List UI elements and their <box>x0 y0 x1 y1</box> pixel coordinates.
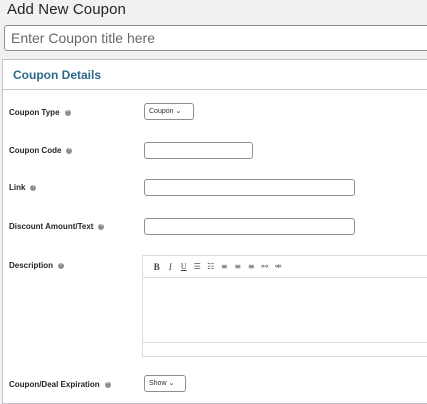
link-icon[interactable]: ⚯ <box>258 260 272 274</box>
italic-icon[interactable]: I <box>164 260 178 274</box>
help-icon[interactable] <box>66 146 73 154</box>
discount-label: Discount Amount/Text <box>9 222 105 231</box>
underline-icon[interactable]: U <box>177 260 191 274</box>
bullet-list-icon[interactable]: ☰ <box>191 260 205 274</box>
coupon-type-select[interactable]: Coupon ⌄ <box>144 103 194 120</box>
help-icon[interactable] <box>64 108 71 116</box>
unlink-icon[interactable]: ⚮ <box>272 260 286 274</box>
coupon-type-value: Coupon <box>149 108 174 115</box>
page-title: Add New Coupon <box>7 1 126 18</box>
coupon-type-label: Coupon Type <box>9 108 71 117</box>
link-label-text: Link <box>9 183 26 192</box>
discount-label-text: Discount Amount/Text <box>9 222 94 231</box>
bold-icon[interactable]: B <box>150 260 164 274</box>
chevron-down-icon: ⌄ <box>168 380 175 387</box>
help-icon[interactable] <box>30 183 37 191</box>
coupon-title-input[interactable]: Enter Coupon title here <box>4 25 427 51</box>
coupon-code-label: Coupon Code <box>9 146 73 155</box>
align-center-icon[interactable]: ≡ <box>231 260 245 274</box>
help-icon[interactable] <box>98 222 105 230</box>
help-icon[interactable] <box>58 261 65 269</box>
coupon-code-input[interactable] <box>144 142 253 159</box>
align-left-icon[interactable]: ≡ <box>218 260 232 274</box>
chevron-down-icon: ⌄ <box>175 108 182 115</box>
description-label-text: Description <box>9 261 54 270</box>
help-icon[interactable] <box>104 380 111 388</box>
align-right-icon[interactable]: ≡ <box>245 260 259 274</box>
numbered-list-icon[interactable]: ☷ <box>204 260 218 274</box>
expiration-label: Coupon/Deal Expiration <box>9 380 111 389</box>
description-editor[interactable]: B I U ☰ ☷ ≡ ≡ ≡ ⚯ ⚮ <box>142 255 427 357</box>
description-label: Description <box>9 261 65 270</box>
expiration-label-text: Coupon/Deal Expiration <box>9 380 100 389</box>
expiration-value: Show <box>149 380 167 387</box>
panel-title: Coupon Details <box>3 60 427 90</box>
link-input[interactable] <box>144 179 355 196</box>
editor-toolbar: B I U ☰ ☷ ≡ ≡ ≡ ⚯ ⚮ <box>143 256 427 278</box>
discount-input[interactable] <box>144 218 355 235</box>
editor-status-bar <box>143 342 427 356</box>
expiration-select[interactable]: Show ⌄ <box>144 375 186 392</box>
coupon-type-label-text: Coupon Type <box>9 108 60 117</box>
coupon-title-placeholder: Enter Coupon title here <box>11 30 155 46</box>
coupon-code-label-text: Coupon Code <box>9 146 62 155</box>
link-label: Link <box>9 183 37 192</box>
